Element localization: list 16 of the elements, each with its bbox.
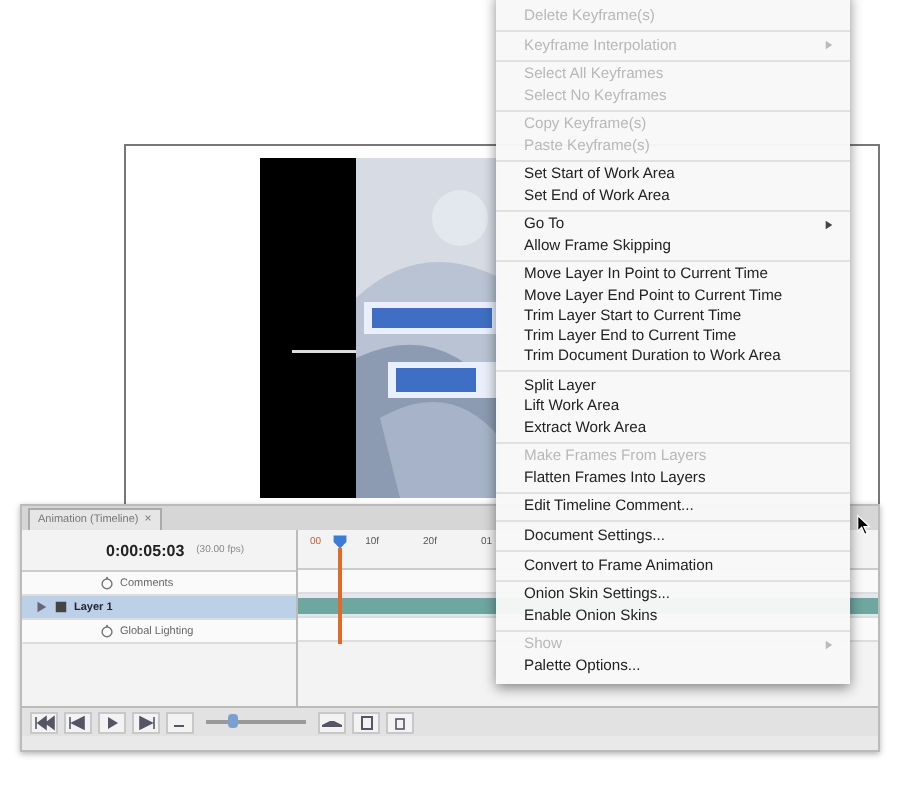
playhead-icon[interactable]: [332, 534, 348, 550]
first-frame-icon[interactable]: [30, 711, 58, 733]
submenu-arrow-icon: [824, 219, 834, 230]
playhead-line: [338, 548, 341, 644]
next-frame-icon[interactable]: [132, 711, 160, 733]
stopwatch-icon[interactable]: [100, 576, 114, 590]
submenu-arrow-icon: [824, 40, 834, 51]
layer-thumbnail-icon: [54, 600, 68, 614]
stopwatch-icon[interactable]: [100, 624, 114, 638]
timecode: 0:00:05:03: [106, 541, 185, 559]
expand-triangle-icon[interactable]: [34, 600, 48, 614]
submenu-arrow-icon: [824, 639, 834, 650]
slider-thumb[interactable]: [227, 714, 237, 728]
play-icon[interactable]: [98, 711, 126, 733]
previous-frame-icon[interactable]: [64, 711, 92, 733]
zoom-out-icon[interactable]: [166, 711, 194, 733]
